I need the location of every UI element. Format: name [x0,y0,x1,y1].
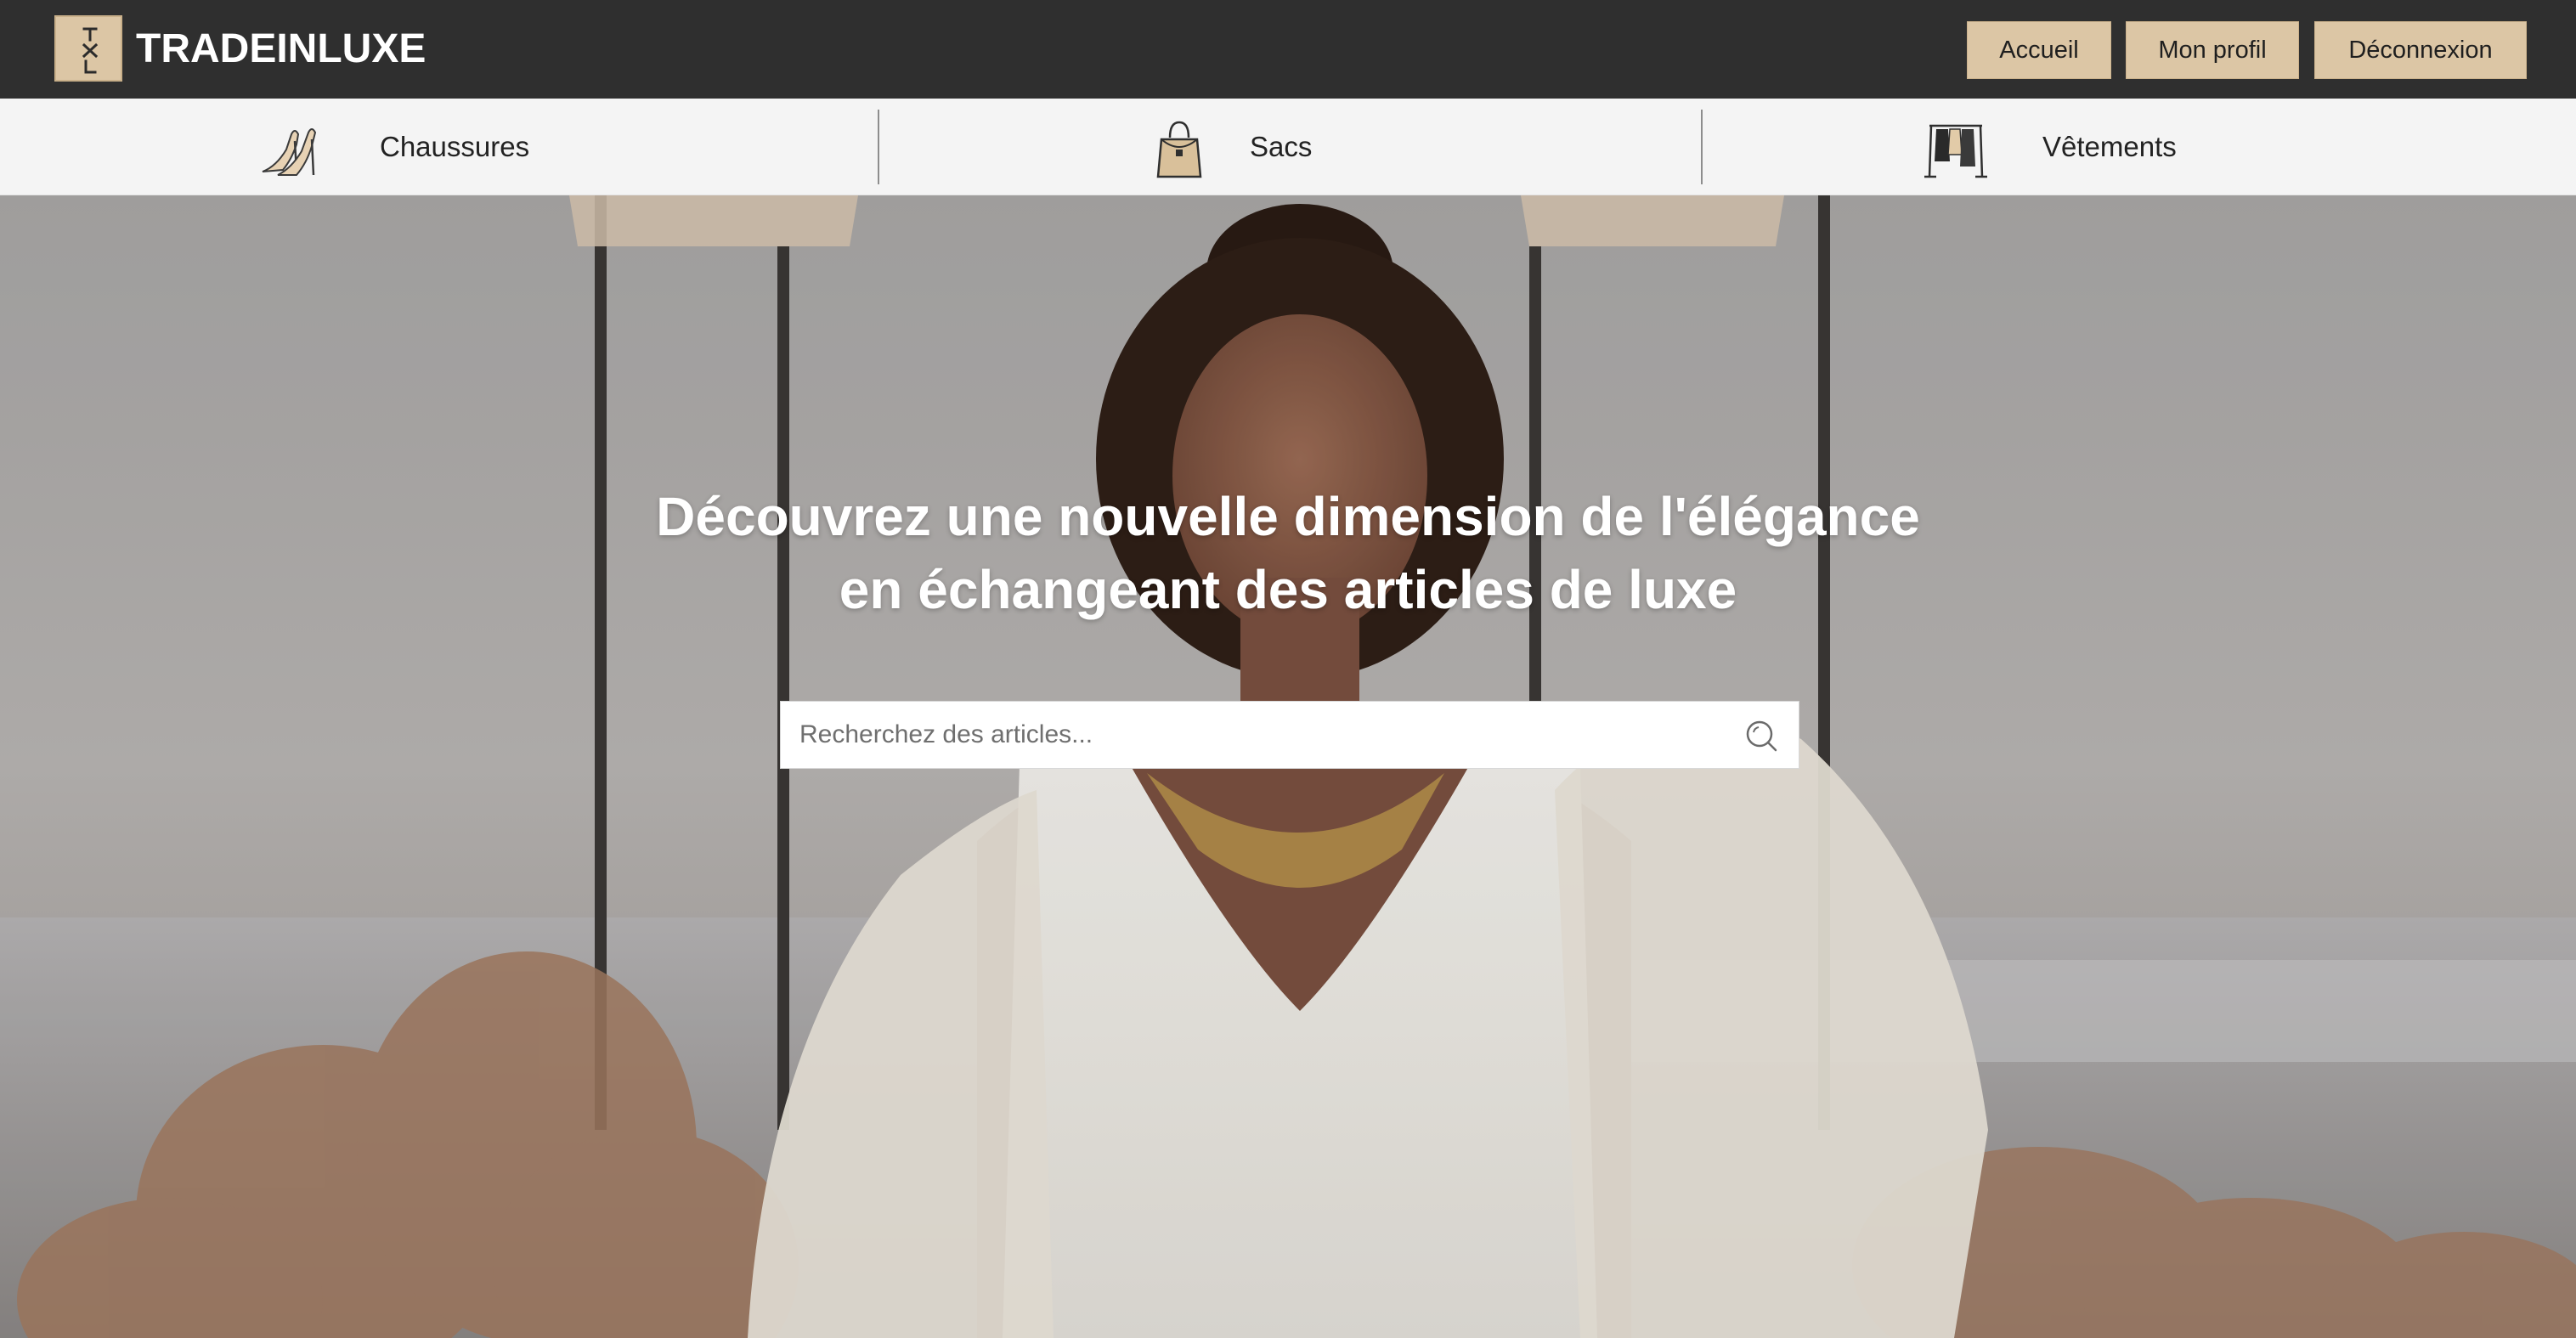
brand-logo[interactable] [54,15,122,82]
logout-button[interactable]: Déconnexion [2314,21,2527,79]
category-bags[interactable]: Sacs [880,99,1702,195]
profile-button[interactable]: Mon profil [2126,21,2299,79]
hero-title-line-1: Découvrez une nouvelle dimension de l'él… [656,485,1920,547]
divider [1701,110,1703,184]
category-clothing[interactable]: Vêtements [1703,99,2576,195]
category-bar: Chaussures Sacs Vêtements [0,99,2576,195]
category-shoes[interactable]: Chaussures [0,99,878,195]
hero-title-line-2: en échangeant des articles de luxe [839,558,1737,620]
logo-monogram-icon [82,27,99,74]
hero-banner: Découvrez une nouvelle dimension de l'él… [0,195,2576,1338]
heels-icon [262,128,317,176]
hero-title: Découvrez une nouvelle dimension de l'él… [438,480,2138,626]
handbag-icon [1156,121,1202,178]
search-input[interactable] [781,702,1724,768]
divider [878,110,879,184]
home-button[interactable]: Accueil [1967,21,2111,79]
clothes-rack-icon [1924,124,1987,178]
search-icon[interactable] [1743,717,1780,754]
brand-name[interactable]: TRADEINLUXE [136,22,426,76]
category-label: Sacs [1250,131,1313,162]
category-label: Chaussures [380,131,530,162]
category-label: Vêtements [2042,131,2177,162]
search-bar [780,701,1799,769]
top-navbar: TRADEINLUXE Accueil Mon profil Déconnexi… [0,0,2576,99]
